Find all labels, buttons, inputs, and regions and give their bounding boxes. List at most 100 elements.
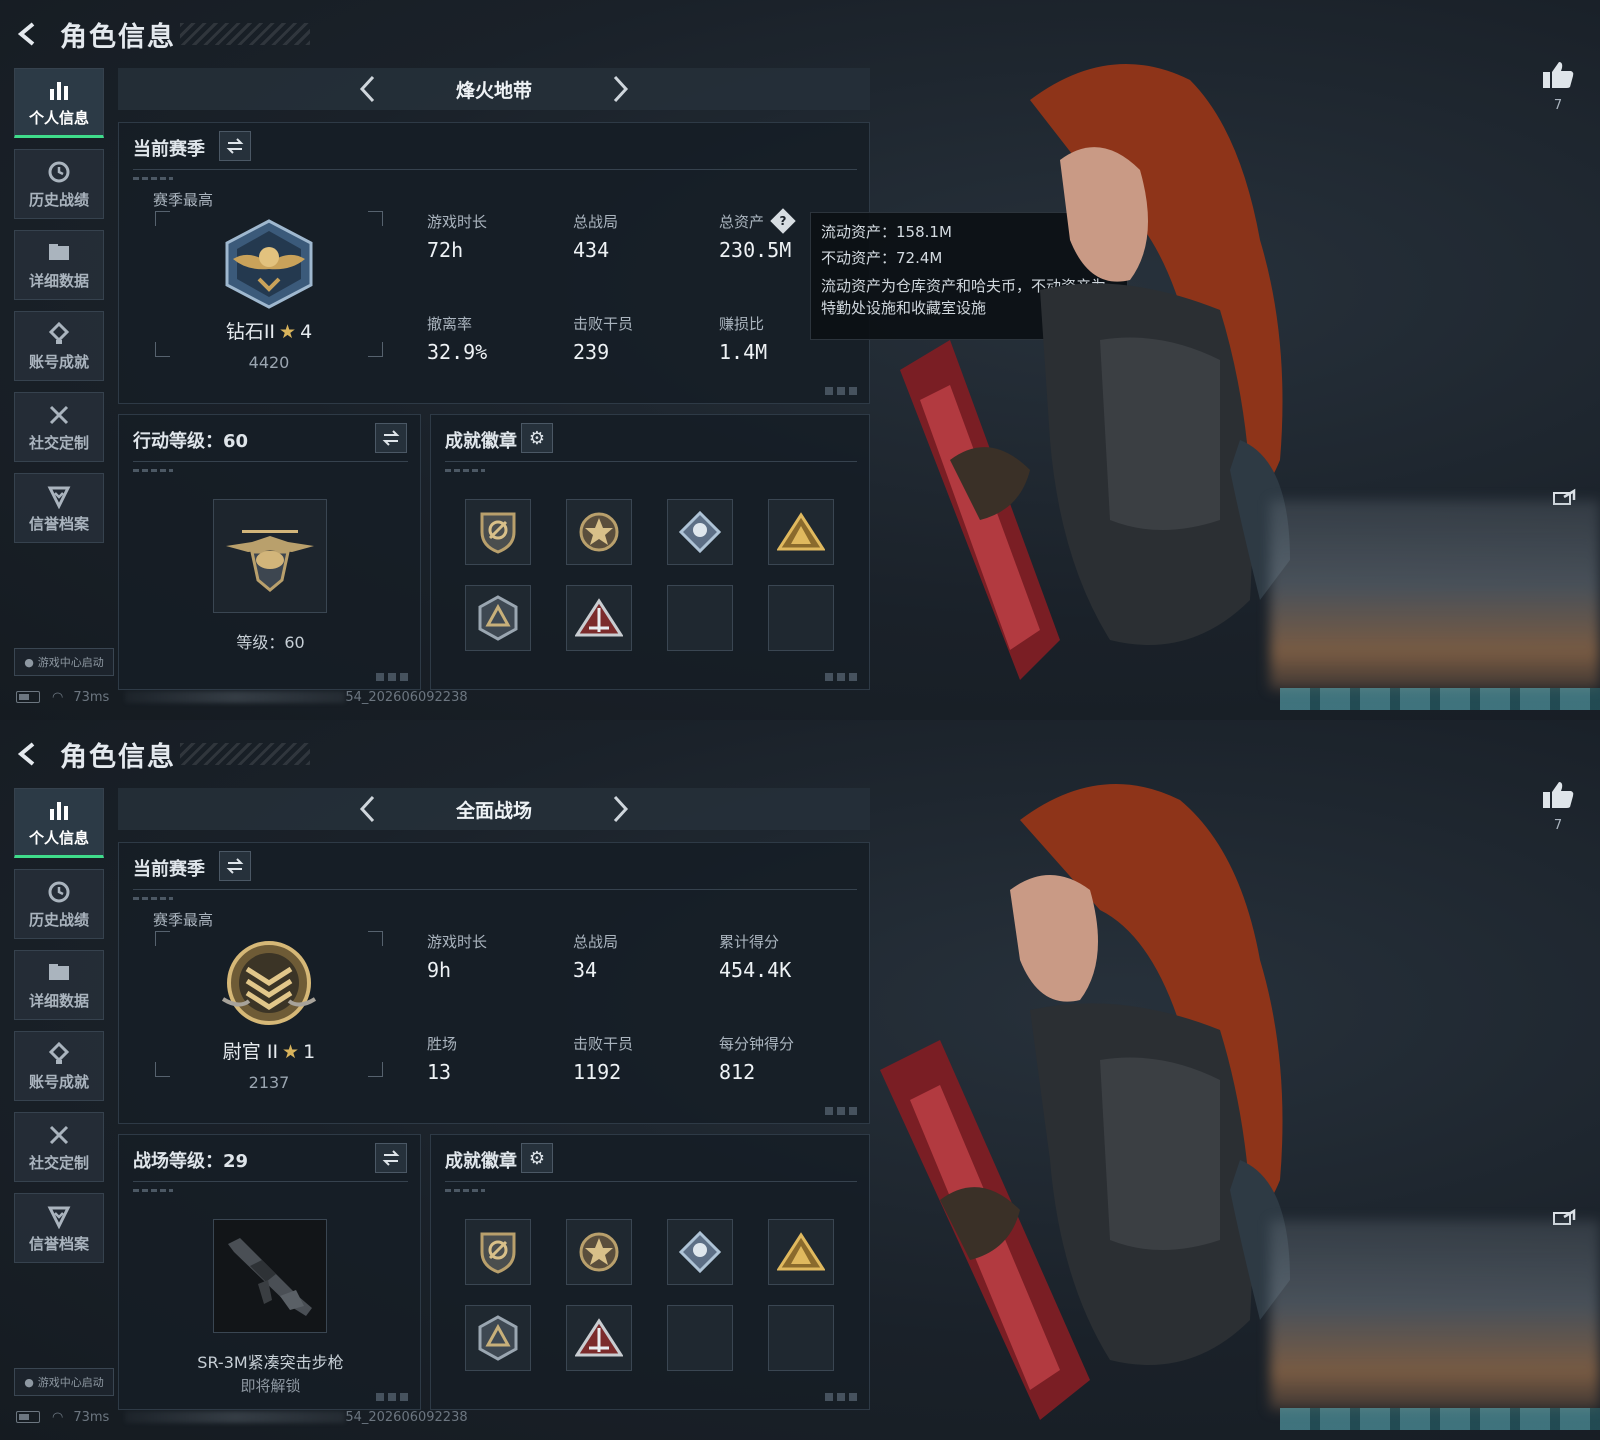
season-swap-button[interactable] — [219, 131, 251, 161]
decoration — [133, 897, 173, 900]
sidebar-item-credit[interactable]: 信誉档案 — [14, 1193, 104, 1263]
stat-label: 游戏时长 — [427, 213, 488, 231]
rank-name: 尉官 II — [222, 1041, 279, 1063]
badge-slot[interactable] — [566, 1305, 632, 1371]
battlefield-level-panel: 战场等级：29 SR-3M紧凑突击步枪 即将解锁 — [118, 1134, 421, 1410]
mode-selector: 全面战场 — [118, 788, 870, 830]
diamond-badge-icon — [678, 510, 722, 554]
achievement-badges-panel: 成就徽章 ⚙ — [430, 1134, 870, 1410]
status-bar: ◠ 73ms 54_202606092238 — [16, 688, 468, 706]
badge-slot[interactable] — [667, 499, 733, 565]
like-button[interactable]: 7 — [1538, 780, 1578, 833]
stat-label: 累计得分 — [719, 933, 780, 951]
badge-slot-empty[interactable] — [768, 1305, 834, 1371]
build-id: 54_202606092238 — [345, 689, 468, 705]
stat-label: 击败干员 — [573, 1035, 634, 1053]
badge-grid — [465, 499, 845, 651]
blurred-region — [1270, 1220, 1600, 1410]
title-decoration — [180, 23, 310, 45]
header: 角色信息 — [14, 734, 310, 774]
sidebar-item-label: 历史战绩 — [28, 910, 89, 929]
badge-slot[interactable] — [465, 1305, 531, 1371]
back-arrow-icon[interactable] — [14, 739, 44, 769]
badge-settings-button[interactable]: ⚙ — [521, 423, 553, 453]
sidebar-item-history[interactable]: 历史战绩 — [14, 149, 104, 219]
sidebar-item-history[interactable]: 历史战绩 — [14, 869, 104, 939]
like-count: 7 — [1553, 818, 1563, 833]
badge-slot-empty[interactable] — [667, 585, 733, 651]
stat-value: 9h — [427, 958, 452, 982]
achievement-icon — [48, 321, 70, 344]
stat-value: 1.4M — [719, 340, 768, 364]
sidebar-item-personal-info[interactable]: 个人信息 — [14, 68, 104, 138]
clock-history-icon — [48, 161, 70, 182]
level-swap-button[interactable] — [375, 423, 407, 453]
current-season-panel: 当前赛季 赛季最高 尉官 II ★ 1 2137 游戏时长 9h 总战局 34 … — [118, 842, 870, 1124]
sidebar-item-detailed-data[interactable]: 详细数据 — [14, 230, 104, 300]
stat-kills: 击败干员 1192 — [573, 1033, 633, 1084]
prev-mode-arrow-icon[interactable] — [355, 74, 379, 104]
sidebar-item-social[interactable]: 社交定制 — [14, 392, 104, 462]
sidebar-item-credit[interactable]: 信誉档案 — [14, 473, 104, 543]
badge-slot[interactable] — [566, 499, 632, 565]
rifle-icon — [228, 1238, 312, 1316]
help-icon[interactable]: ? — [770, 207, 796, 234]
gear-icon: ⚙ — [528, 1147, 546, 1169]
sidebar-item-label: 账号成就 — [28, 352, 89, 371]
level-swap-button[interactable] — [375, 1143, 407, 1173]
season-best-label: 赛季最高 — [153, 191, 214, 209]
stat-total-score: 累计得分 454.4K — [719, 931, 791, 982]
sidebar-item-detailed-data[interactable]: 详细数据 — [14, 950, 104, 1020]
decoration — [1280, 688, 1600, 710]
sidebar-nav: 个人信息 历史战绩 详细数据 账号成就 社交定制 信誉档案 — [14, 788, 106, 1274]
like-button[interactable]: 7 — [1538, 60, 1578, 113]
game-center-launcher[interactable]: ● 游戏中心启动 — [14, 648, 114, 676]
badge-slot[interactable] — [768, 1219, 834, 1285]
sidebar-item-personal-info[interactable]: 个人信息 — [14, 788, 104, 858]
badge-settings-button[interactable]: ⚙ — [521, 1143, 553, 1173]
pyramid-badge-icon — [575, 598, 623, 637]
sidebar-item-label: 详细数据 — [28, 991, 89, 1010]
page-title: 角色信息 — [60, 21, 176, 53]
next-mode-arrow-icon[interactable] — [609, 794, 633, 824]
stat-value: 230.5M — [719, 238, 792, 262]
stat-extraction-rate: 撤离率 32.9% — [427, 313, 487, 364]
sidebar-item-achievements[interactable]: 账号成就 — [14, 1031, 104, 1101]
stat-play-time: 游戏时长 9h — [427, 931, 487, 982]
decoration — [376, 1393, 412, 1401]
badge-slot-empty[interactable] — [667, 1305, 733, 1371]
stat-label: 总战局 — [573, 213, 619, 231]
season-swap-button[interactable] — [219, 851, 251, 881]
game-center-launcher[interactable]: ● 游戏中心启动 — [14, 1368, 114, 1396]
pyramid-badge-icon — [575, 1318, 623, 1357]
badge-slot-empty[interactable] — [768, 585, 834, 651]
weapon-unlock-box[interactable] — [213, 1219, 327, 1333]
blurred-id — [125, 1411, 346, 1423]
badge-slot[interactable] — [566, 585, 632, 651]
stat-value: 434 — [573, 238, 610, 262]
sidebar-item-achievements[interactable]: 账号成就 — [14, 311, 104, 381]
diamond-badge-icon — [678, 1230, 722, 1274]
clock-history-icon — [48, 881, 70, 902]
prev-mode-arrow-icon[interactable] — [355, 794, 379, 824]
sidebar-item-social[interactable]: 社交定制 — [14, 1112, 104, 1182]
badge-slot[interactable] — [465, 585, 531, 651]
decoration — [133, 469, 173, 472]
like-count: 7 — [1553, 98, 1563, 113]
badge-slot[interactable] — [667, 1219, 733, 1285]
bar-chart-icon — [50, 801, 68, 820]
stat-score-per-minute: 每分钟得分 812 — [719, 1033, 794, 1084]
back-arrow-icon[interactable] — [14, 19, 44, 49]
badge-slot[interactable] — [768, 499, 834, 565]
stat-value: 72h — [427, 238, 464, 262]
stat-label: 每分钟得分 — [719, 1035, 795, 1053]
badge-slot[interactable] — [566, 1219, 632, 1285]
page-title: 角色信息 — [60, 741, 176, 773]
season-best-label: 赛季最高 — [153, 911, 214, 929]
badge-slot[interactable] — [465, 499, 531, 565]
wifi-icon: ◠ — [52, 1409, 64, 1425]
badge-slot[interactable] — [465, 1219, 531, 1285]
mode-name: 烽火地带 — [455, 79, 532, 102]
decoration — [1280, 1408, 1600, 1430]
next-mode-arrow-icon[interactable] — [609, 74, 633, 104]
